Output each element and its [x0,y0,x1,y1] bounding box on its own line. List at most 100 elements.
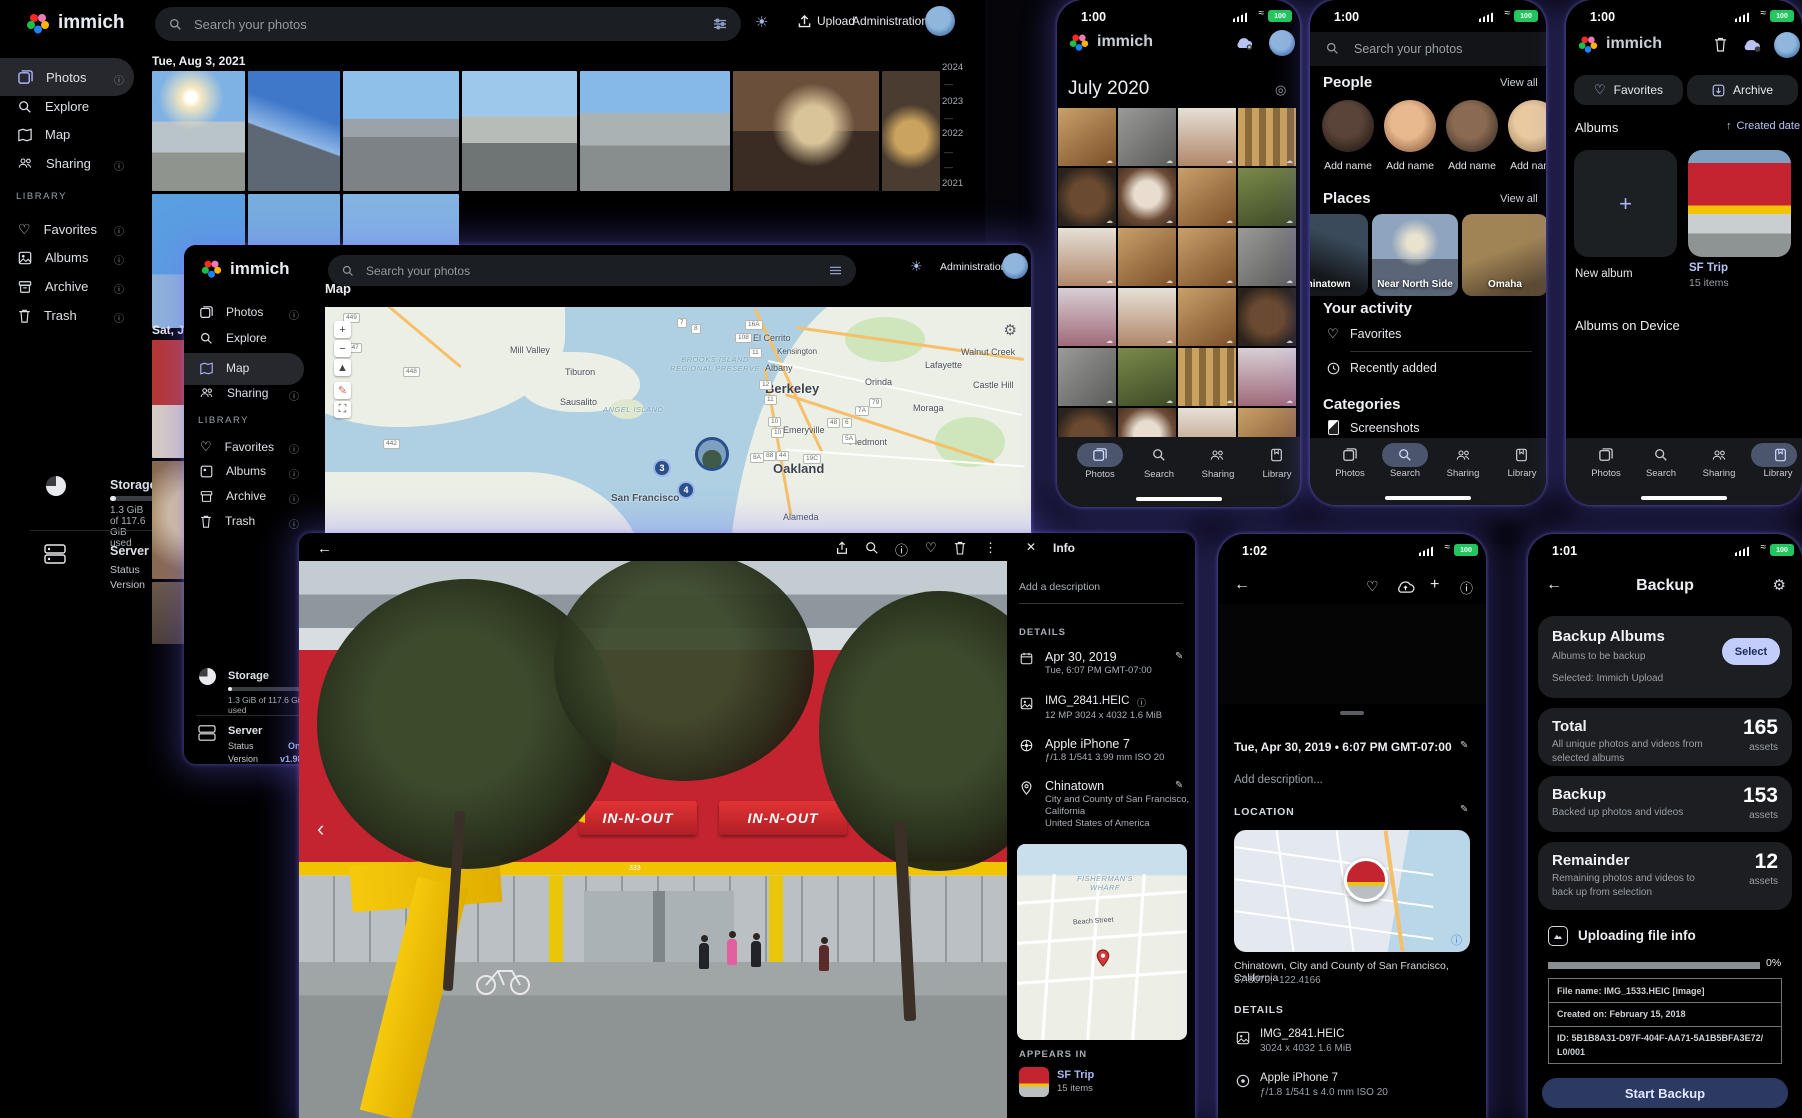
photo-thumbnail[interactable] [1118,408,1176,438]
photo-thumbnail[interactable] [248,71,340,191]
add-name-label[interactable]: Add name [1379,160,1441,172]
photo-thumbnail[interactable] [1178,348,1236,406]
album-cover-sf-trip[interactable] [1688,150,1791,257]
info-icon[interactable]: ⓘ [895,540,908,559]
close-icon[interactable]: ✕ [1026,540,1036,554]
photo-thumbnail[interactable] [1238,348,1296,406]
immich-logo[interactable]: immich [26,11,125,35]
trash-icon[interactable] [1714,37,1727,52]
places-view-all-link[interactable]: View all [1500,193,1538,205]
map-settings-gear-icon[interactable]: ⚙ [1004,321,1017,339]
cloud-sync-off-icon[interactable] [1235,36,1253,50]
photo-thumbnail[interactable] [152,71,245,191]
add-name-label[interactable]: Add name [1441,160,1503,172]
add-name-label[interactable]: Add name [1317,160,1379,172]
photo-thumbnail[interactable] [1058,168,1116,226]
info-icon[interactable]: ⓘ [114,158,124,173]
archive-button[interactable]: Archive [1687,75,1798,105]
person-face[interactable] [1446,100,1498,152]
photo-thumbnail[interactable] [1178,408,1236,438]
photo-thumbnail[interactable] [1178,108,1236,166]
album-thumbnail[interactable] [1019,1067,1049,1097]
info-icon[interactable]: ⓘ [289,466,299,481]
photo-thumbnail[interactable] [1118,228,1176,286]
photo-thumbnail[interactable] [343,71,459,191]
nav-photos[interactable]: Photos [1320,468,1380,479]
new-album-card[interactable]: + [1574,150,1677,257]
administration-link[interactable]: Administration [852,14,928,28]
photo-thumbnail[interactable] [1118,348,1176,406]
recently-added-row[interactable]: Recently added [1350,361,1437,375]
upload-button[interactable]: Upload [798,14,855,28]
photo-thumbnail[interactable] [1058,408,1116,438]
photo-thumbnail[interactable] [1118,168,1176,226]
sidebar-item-trash[interactable]: Trash [18,308,77,323]
photo-thumbnail[interactable] [882,71,940,191]
nav-search[interactable]: Search [1375,468,1435,479]
nav-sharing[interactable]: Sharing [1433,468,1493,479]
photo-thumbnail[interactable] [1178,288,1236,346]
file-info-icon[interactable]: ⓘ [1137,696,1146,709]
description-input[interactable]: Add a description [1019,581,1100,593]
timeline-scrubber[interactable]: 2024 — 2023 — 2022 — — 2021 [935,52,979,232]
zoom-icon[interactable] [865,541,879,555]
theme-toggle-sun-icon[interactable]: ☀ [755,13,768,31]
sidebar-item-sharing[interactable]: Sharing [200,386,268,400]
share-icon[interactable] [835,541,849,555]
nav-sharing[interactable]: Sharing [1188,469,1248,480]
nav-library[interactable]: Library [1748,468,1802,479]
info-icon[interactable]: ⓘ [289,388,299,403]
photo-thumbnail[interactable] [733,71,879,191]
info-icon[interactable]: ⓘ [289,307,299,322]
info-icon[interactable]: ⓘ [1460,578,1473,597]
cloud-upload-icon[interactable] [1396,580,1415,594]
map-cluster-marker[interactable]: 4 [677,481,695,499]
photo-thumbnail[interactable] [1178,228,1236,286]
add-to-album-plus-icon[interactable]: + [1430,576,1439,594]
photo-thumbnail[interactable] [1118,288,1176,346]
map-photo-marker[interactable] [695,437,729,471]
photo-thumbnail[interactable] [1238,168,1296,226]
photo-area[interactable] [1218,604,1486,704]
sidebar-item-explore[interactable]: Explore [18,99,89,114]
info-icon[interactable]: ⓘ [289,491,299,506]
nav-sharing[interactable]: Sharing [1689,468,1749,479]
theme-toggle-sun-icon[interactable]: ☀ [910,258,923,275]
sidebar-item-favorites[interactable]: ♡ Favorites [18,221,97,238]
screenshots-row[interactable]: Screenshots [1350,421,1419,435]
album-name[interactable]: SF Trip [1057,1069,1094,1081]
nav-library[interactable]: Library [1247,469,1300,480]
photo-thumbnail[interactable] [462,71,577,191]
avatar[interactable] [925,6,955,36]
edit-location-pencil-icon[interactable]: ✎ [1175,780,1183,791]
add-name-label[interactable]: Add name [1503,160,1546,172]
sidebar-item-albums[interactable]: Albums [18,250,88,265]
nav-library[interactable]: Library [1492,468,1546,479]
settings-gear-icon[interactable]: ⚙ [1773,576,1786,594]
map-compass-button[interactable]: ▲ [334,359,351,376]
map-fullscreen-button[interactable]: ⛶ [334,401,351,418]
nav-search[interactable]: Search [1631,468,1691,479]
people-view-all-link[interactable]: View all [1500,77,1538,89]
description-input[interactable]: Add description... [1234,774,1323,786]
avatar[interactable] [1774,32,1800,58]
favorite-heart-icon[interactable]: ♡ [1366,578,1379,595]
info-icon[interactable]: ⓘ [289,441,299,456]
photo-thumbnail[interactable] [1058,108,1116,166]
search-filter-icon[interactable] [829,265,842,276]
photo-thumbnail[interactable] [1238,228,1296,286]
map-photo-marker[interactable] [1344,858,1388,902]
info-icon[interactable]: ⓘ [114,252,124,267]
cloud-sync-icon[interactable] [1742,38,1761,52]
search-input[interactable]: Search your photos [328,255,856,286]
location-map[interactable]: ⓘ [1234,830,1470,952]
nav-photos[interactable]: Photos [1576,468,1636,479]
photo-thumbnail[interactable] [1238,288,1296,346]
photo-thumbnail[interactable] [1238,108,1296,166]
sidebar-item-photos[interactable]: Photos [200,305,263,319]
photo-thumbnail[interactable] [1118,108,1176,166]
map-zoom-out-button[interactable]: − [334,340,351,357]
favorites-row[interactable]: Favorites [1350,327,1401,341]
favorite-heart-icon[interactable]: ♡ [925,540,937,556]
info-icon[interactable]: ⓘ [289,516,299,531]
